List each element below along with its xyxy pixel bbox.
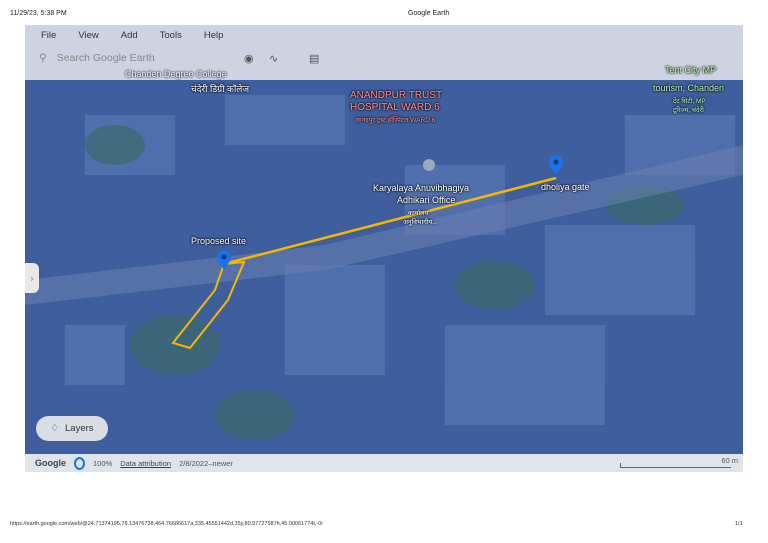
search-placeholder: Search Google Earth [56,52,155,64]
search-icon: ⚲ [39,52,47,64]
map-label: Chanden Degree College [125,69,227,79]
search-input[interactable]: ⚲ Search Google Earth [39,52,155,64]
imagery-date: 2/8/2022–newer [179,458,233,468]
pin-icon[interactable]: ◉ [244,52,254,65]
ruler-icon[interactable]: ▤ [309,52,319,65]
data-attribution-link[interactable]: Data attribution [120,459,171,468]
map-label-proposed-site: Proposed site [191,236,247,246]
map-label: टेंट सिटी, MP [673,98,706,105]
map-label-tent-city: Tent City MP [665,65,717,75]
path-icon[interactable]: ∿ [269,52,278,65]
map-label: आनंदपुर ट्रस्ट हॉस्पिटल WARD 6 [355,117,436,124]
print-url: https://earth.google.com/web/@24.7137419… [10,521,324,527]
layers-button[interactable]: ♢ Layers [36,416,108,441]
menu-view[interactable]: View [78,30,98,41]
google-logo: Google [35,458,66,468]
google-earth-window: चंदेरी डिग्री कॉलेज ANANDPUR TRUST HOSPI… [25,25,743,472]
layers-icon: ♢ [50,423,59,434]
map-label: tourism, Chanden [653,83,725,93]
menu-help[interactable]: Help [204,30,224,41]
status-bar: Google 100% Data attribution 2/8/2022–ne… [25,454,743,472]
map-label: कार्यालय [408,210,429,217]
zoom-level: 100% [93,458,113,468]
menu-add[interactable]: Add [121,30,138,41]
print-page-number: 1/1 [735,521,743,527]
print-title: Google Earth [408,10,450,17]
layers-label: Layers [65,423,94,434]
map-label: Karyalaya Anuvibhagiya [373,183,470,193]
scale-label: 60 m [721,456,738,465]
expand-panel-button[interactable]: › [25,263,39,293]
map-label-dholiya-gate: dholiya gate [541,182,590,192]
map-label: अनुविभागीय... [403,219,438,226]
place-marker-icon [423,159,435,171]
menu-bar: File View Add Tools Help [41,30,223,41]
map-label: HOSPITAL WARD 6 [350,102,440,113]
menu-tools[interactable]: Tools [160,30,182,41]
loading-ring-icon [74,456,85,470]
print-datetime: 11/29/23, 5:38 PM [10,10,67,17]
map-label: Adhikari Office [397,195,456,205]
map-label: चंदेरी डिग्री कॉलेज [191,84,250,94]
scale-bar [620,463,731,468]
menu-file[interactable]: File [41,30,56,41]
map-label: ANANDPUR TRUST [350,90,443,101]
map-label: टूरिज्म, चंदेरी [673,107,704,114]
toolbar: File View Add Tools Help ⚲ Search Google… [25,25,743,80]
